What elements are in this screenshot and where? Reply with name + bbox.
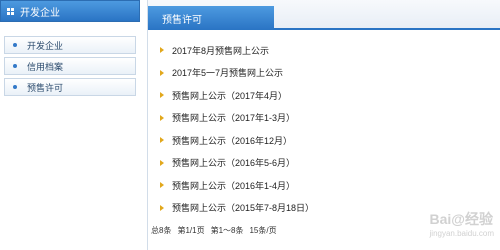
sidebar-title: 开发企业 [20,7,60,19]
arrow-right-icon [160,137,164,144]
list-item-title[interactable]: 预售网上公示（2017年1-3月） [172,111,295,124]
arrow-right-icon [160,182,164,189]
pagination-page: 第1/1页 [177,226,205,235]
bullet-icon [13,85,17,89]
tab-presale-permit[interactable]: 预售许可 [148,6,274,30]
sidebar-item-presale-permit[interactable]: 预售许可 [4,78,136,96]
pagination-per-page: 15条/页 [249,226,277,235]
sidebar-item-label: 信用档案 [27,61,64,72]
sidebar-item-developer[interactable]: 开发企业 [4,36,136,54]
sidebar-item-label: 预售许可 [27,82,64,93]
arrow-right-icon [160,92,164,99]
watermark-text: Bai@经验 [429,211,493,227]
list-item[interactable]: 预售网上公示（2016年12月） [160,129,500,152]
list-item-title[interactable]: 预售网上公示（2016年12月） [172,134,292,147]
list-item-title[interactable]: 预售网上公示（2016年1-4月） [172,179,295,192]
tab-bar: 预售许可 [148,0,500,30]
list-item-title[interactable]: 预售网上公示（2016年5-6月） [172,156,295,169]
arrow-right-icon [160,69,164,76]
arrow-right-icon [160,204,164,211]
list-item[interactable]: 预售网上公示（2017年4月） [160,84,500,107]
sidebar-menu: 开发企业 信用档案 预售许可 [0,22,140,96]
list-item-title[interactable]: 2017年5一7月预售网上公示 [172,66,283,79]
arrow-right-icon [160,47,164,54]
list-item[interactable]: 预售网上公示（2016年1-4月） [160,174,500,197]
grid-icon [7,7,14,15]
arrow-right-icon [160,159,164,166]
list-item[interactable]: 2017年5一7月预售网上公示 [160,62,500,85]
sidebar-item-credit-file[interactable]: 信用档案 [4,57,136,75]
announcement-list: 2017年8月预售网上公示 2017年5一7月预售网上公示 预售网上公示（201… [148,30,500,219]
list-item[interactable]: 2017年8月预售网上公示 [160,39,500,62]
list-item-title[interactable]: 预售网上公示（2017年4月） [172,89,287,102]
sidebar-header: 开发企业 [0,0,140,22]
sidebar: 开发企业 开发企业 信用档案 预售许可 [0,0,140,250]
pagination: 总8条 第1/1页 第1～8条 15条/页 [148,225,277,236]
arrow-right-icon [160,114,164,121]
watermark-sub: jingyan.baidu.com [429,229,494,238]
sidebar-item-label: 开发企业 [27,40,64,51]
pagination-range: 第1～8条 [210,226,244,235]
pagination-total: 总8条 [151,226,172,235]
list-item-title[interactable]: 2017年8月预售网上公示 [172,44,269,57]
bullet-icon [13,64,17,68]
list-item[interactable]: 预售网上公示（2016年5-6月） [160,152,500,175]
list-item-title[interactable]: 预售网上公示（2015年7-8月18日） [172,201,314,214]
baidu-watermark: Bai@经验 jingyan.baidu.com [430,209,494,238]
list-item[interactable]: 预售网上公示（2017年1-3月） [160,107,500,130]
bullet-icon [13,43,17,47]
